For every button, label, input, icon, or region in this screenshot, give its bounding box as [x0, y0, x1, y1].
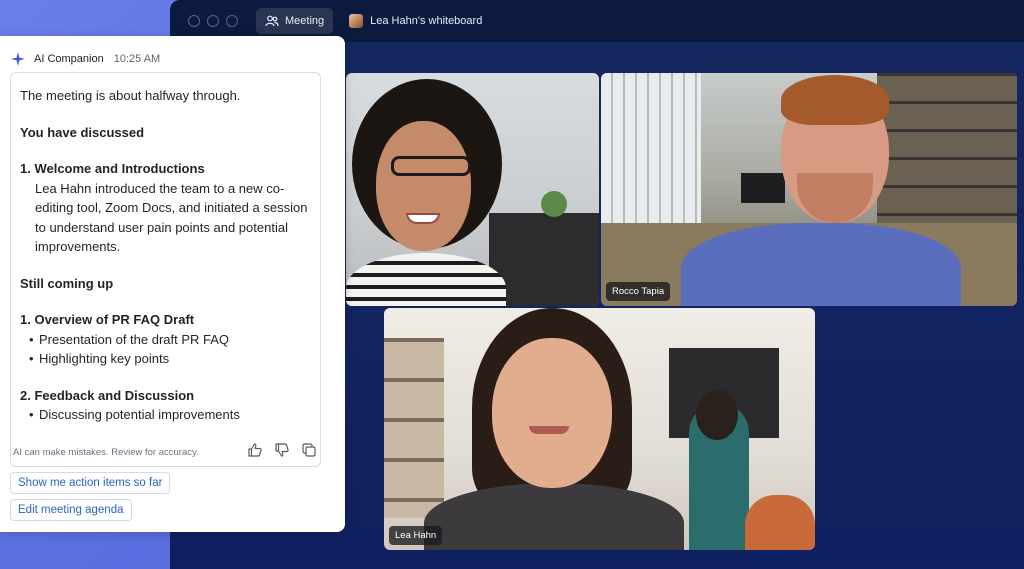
participant-name-tag: Rocco Tapia — [606, 282, 671, 301]
discussed-heading: You have discussed — [20, 124, 145, 140]
agenda-bullet: Highlighting key points — [20, 349, 311, 369]
thumbs-down-icon[interactable] — [274, 442, 290, 458]
ai-disclaimer: AI can make mistakes. Review for accurac… — [13, 447, 199, 458]
minimize-window-button[interactable] — [207, 15, 219, 27]
maximize-window-button[interactable] — [226, 15, 238, 27]
ai-sparkle-icon — [11, 52, 25, 66]
participant-name-tag: Lea Hahn — [389, 526, 443, 545]
thumbs-up-icon[interactable] — [247, 442, 263, 458]
coming-up-heading: Still coming up — [20, 275, 114, 291]
tab-whiteboard-label: Lea Hahn's whiteboard — [370, 15, 483, 27]
suggestion-edit-agenda-button[interactable]: Edit meeting agenda — [10, 499, 132, 521]
discussed-item-body: Lea Hahn introduced the team to a new co… — [35, 180, 308, 255]
participants-icon — [265, 15, 279, 27]
close-window-button[interactable] — [188, 15, 200, 27]
agenda-item-title: 1. Overview of PR FAQ Draft — [20, 312, 195, 327]
copy-icon[interactable] — [301, 442, 317, 458]
window-controls — [188, 15, 238, 27]
whiteboard-owner-avatar — [349, 14, 364, 28]
tab-meeting[interactable]: Meeting — [256, 8, 334, 34]
tab-whiteboard[interactable]: Lea Hahn's whiteboard — [343, 8, 488, 34]
agenda-item-title: 2. Feedback and Discussion — [20, 387, 195, 403]
tab-meeting-label: Meeting — [285, 15, 325, 27]
ai-panel-title: AI Companion — [34, 53, 104, 65]
discussed-item-title: 1. Welcome and Introductions — [20, 161, 205, 176]
video-tile-rocco-tapia[interactable]: Rocco Tapia — [601, 73, 1017, 306]
ai-summary-card: The meeting is about halfway through. Yo… — [10, 72, 321, 467]
ai-panel-header: AI Companion 10:25 AM — [11, 51, 160, 67]
feedback-actions — [247, 442, 317, 458]
ai-companion-panel: AI Companion 10:25 AM The meeting is abo… — [0, 36, 345, 532]
agenda-bullet: Presentation of the draft PR FAQ — [20, 330, 311, 350]
video-tile-participant-1[interactable] — [346, 73, 599, 306]
suggestion-action-items-button[interactable]: Show me action items so far — [10, 472, 171, 494]
summary-intro: The meeting is about halfway through. — [20, 88, 241, 103]
agenda-bullet: Discussing potential improvements — [20, 405, 311, 425]
video-tile-lea-hahn[interactable]: Lea Hahn — [384, 308, 815, 550]
ai-timestamp: 10:25 AM — [113, 53, 161, 65]
